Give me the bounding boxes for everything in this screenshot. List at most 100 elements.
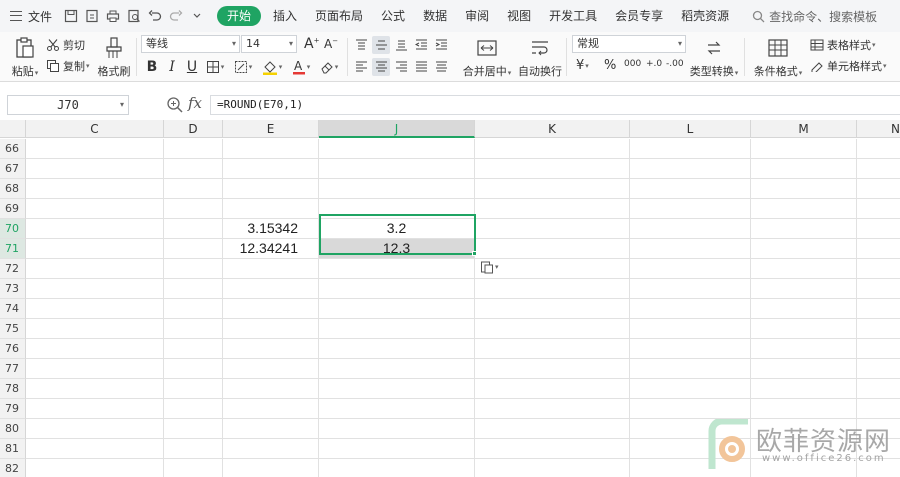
cell-j71[interactable]: 12.3 <box>319 239 475 259</box>
italic-button[interactable]: I <box>163 58 181 76</box>
cell-c73[interactable] <box>26 279 164 299</box>
row-header[interactable]: 77 <box>0 359 26 379</box>
print-icon[interactable] <box>102 6 123 26</box>
wrap-text-button[interactable]: 自动换行 <box>518 36 562 79</box>
undo-icon[interactable] <box>144 6 165 26</box>
row-header[interactable]: 71 <box>0 239 26 259</box>
cell-c82[interactable] <box>26 459 164 477</box>
cell-e78[interactable] <box>223 379 319 399</box>
row-header[interactable]: 73 <box>0 279 26 299</box>
row-header[interactable]: 68 <box>0 179 26 199</box>
cell-l79[interactable] <box>630 399 751 419</box>
cell-k67[interactable] <box>475 159 630 179</box>
cell-k82[interactable] <box>475 459 630 477</box>
tab-insert[interactable]: 插入 <box>264 6 306 26</box>
cell-k80[interactable] <box>475 419 630 439</box>
table-style-button[interactable]: 表格样式 ▾ <box>810 37 876 53</box>
align-middle-button[interactable] <box>372 36 390 54</box>
cell-j76[interactable] <box>319 339 475 359</box>
tab-view[interactable]: 视图 <box>498 6 540 26</box>
cell-j66[interactable] <box>319 139 475 159</box>
cell-k66[interactable] <box>475 139 630 159</box>
decrease-font-size-button[interactable]: A− <box>324 37 338 51</box>
bold-button[interactable]: B <box>143 58 161 76</box>
print-preview-icon[interactable] <box>123 6 144 26</box>
cell-n67[interactable] <box>857 159 900 179</box>
font-color-button[interactable]: A ▾ <box>289 58 313 76</box>
align-top-button[interactable] <box>352 36 370 54</box>
row-header[interactable]: 72 <box>0 259 26 279</box>
cell-e79[interactable] <box>223 399 319 419</box>
cell-k71[interactable] <box>475 239 630 259</box>
align-right-button[interactable] <box>392 58 410 76</box>
cell-format-button[interactable]: ▾ <box>231 58 255 76</box>
redo-icon[interactable] <box>165 6 186 26</box>
cell-e70[interactable]: 3.15342 <box>223 219 319 239</box>
cell-d67[interactable] <box>164 159 223 179</box>
cell-d82[interactable] <box>164 459 223 477</box>
export-pdf-icon[interactable] <box>81 6 102 26</box>
cell-c66[interactable] <box>26 139 164 159</box>
row-header[interactable]: 82 <box>0 459 26 477</box>
cell-j81[interactable] <box>319 439 475 459</box>
column-header-l[interactable]: L <box>630 120 751 138</box>
column-header-c[interactable]: C <box>26 120 164 138</box>
tab-docer-resources[interactable]: 稻壳资源 <box>672 6 738 26</box>
cell-l66[interactable] <box>630 139 751 159</box>
cell-m77[interactable] <box>751 359 857 379</box>
cell-e81[interactable] <box>223 439 319 459</box>
cell-d81[interactable] <box>164 439 223 459</box>
file-menu[interactable]: 文件 <box>0 8 60 25</box>
cell-n70[interactable] <box>857 219 900 239</box>
cell-j68[interactable] <box>319 179 475 199</box>
conditional-format-button[interactable]: 条件格式▾ <box>750 36 806 79</box>
increase-indent-button[interactable] <box>432 36 450 54</box>
cell-d75[interactable] <box>164 319 223 339</box>
cell-k75[interactable] <box>475 319 630 339</box>
cell-style-button[interactable]: 单元格样式 ▾ <box>810 58 887 74</box>
command-search[interactable]: 查找命令、搜索模板 <box>752 8 877 25</box>
increase-decimal-button[interactable]: +.0 <box>646 59 662 69</box>
cell-j70[interactable]: 3.2 <box>319 219 475 239</box>
cell-j78[interactable] <box>319 379 475 399</box>
percent-format-button[interactable]: % <box>604 58 616 73</box>
cell-l77[interactable] <box>630 359 751 379</box>
tab-data[interactable]: 数据 <box>414 6 456 26</box>
cell-k76[interactable] <box>475 339 630 359</box>
cell-m76[interactable] <box>751 339 857 359</box>
cell-c80[interactable] <box>26 419 164 439</box>
cell-l74[interactable] <box>630 299 751 319</box>
cell-d68[interactable] <box>164 179 223 199</box>
cell-l68[interactable] <box>630 179 751 199</box>
cell-k79[interactable] <box>475 399 630 419</box>
cell-j72[interactable] <box>319 259 475 279</box>
cell-l73[interactable] <box>630 279 751 299</box>
cell-k68[interactable] <box>475 179 630 199</box>
cell-e72[interactable] <box>223 259 319 279</box>
tab-page-layout[interactable]: 页面布局 <box>306 6 372 26</box>
cell-c70[interactable] <box>26 219 164 239</box>
number-format-select[interactable]: 常规 ▾ <box>572 35 686 53</box>
cell-m73[interactable] <box>751 279 857 299</box>
align-left-button[interactable] <box>352 58 370 76</box>
cell-l78[interactable] <box>630 379 751 399</box>
row-header[interactable]: 78 <box>0 379 26 399</box>
thousands-separator-button[interactable]: 000 <box>624 59 641 69</box>
cell-e66[interactable] <box>223 139 319 159</box>
cell-n78[interactable] <box>857 379 900 399</box>
cut-button[interactable]: 剪切 <box>46 37 85 53</box>
cell-n72[interactable] <box>857 259 900 279</box>
cell-n75[interactable] <box>857 319 900 339</box>
cell-d73[interactable] <box>164 279 223 299</box>
copy-button[interactable]: 复制 ▾ <box>46 58 90 74</box>
cell-j73[interactable] <box>319 279 475 299</box>
save-icon[interactable] <box>60 6 81 26</box>
cell-m75[interactable] <box>751 319 857 339</box>
cell-l69[interactable] <box>630 199 751 219</box>
cell-j74[interactable] <box>319 299 475 319</box>
cell-e69[interactable] <box>223 199 319 219</box>
cell-n71[interactable] <box>857 239 900 259</box>
row-header[interactable]: 80 <box>0 419 26 439</box>
row-header[interactable]: 76 <box>0 339 26 359</box>
decrease-decimal-button[interactable]: -.00 <box>666 59 684 69</box>
